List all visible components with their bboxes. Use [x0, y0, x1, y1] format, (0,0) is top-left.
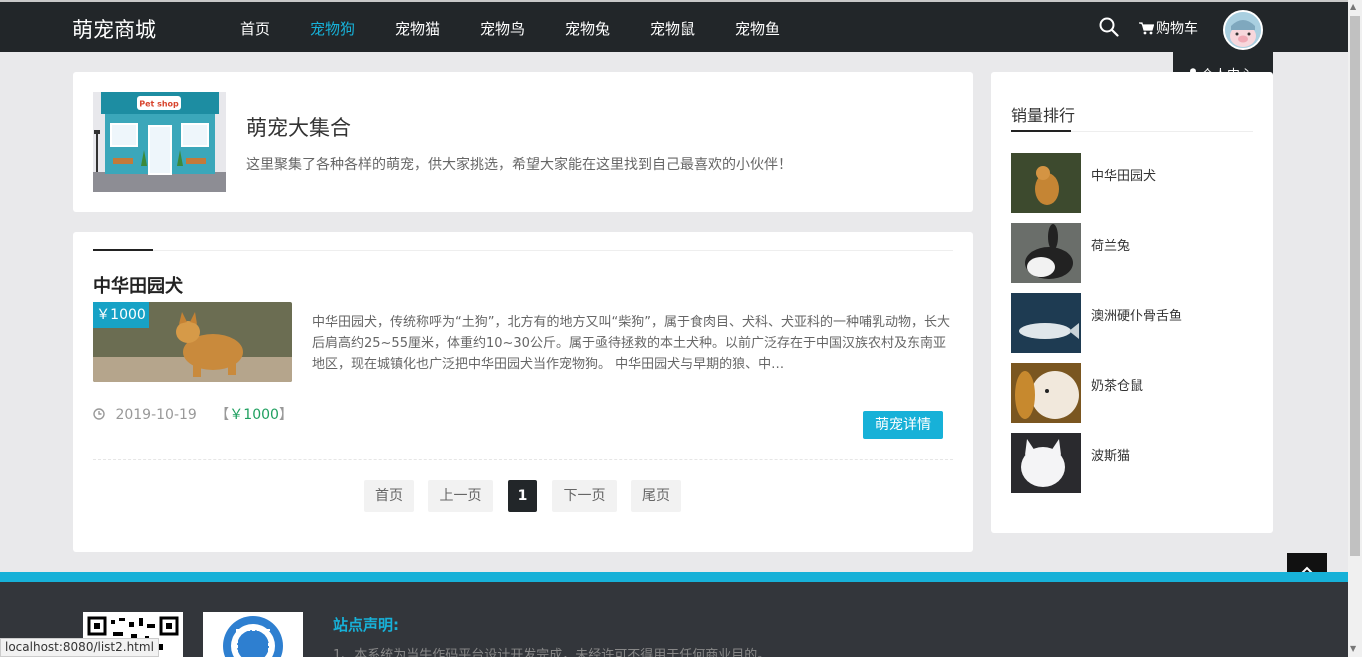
footer-accent-band [0, 572, 1348, 582]
price-tag: ￥1000 [93, 302, 149, 328]
cart-link[interactable]: 购物车 [1139, 18, 1198, 38]
divider-dashed [93, 459, 953, 460]
rank-thumb-dog[interactable] [1011, 153, 1081, 213]
brand-logo[interactable]: 萌宠商城 [72, 14, 156, 44]
scroll-up-arrow[interactable]: ▲ [1350, 2, 1356, 11]
pet-description: 中华田园犬，传统称呼为“土狗”，北方有的地方又叫“柴狗”，属于食肉目、犬科、犬亚… [312, 315, 950, 372]
clock-icon [93, 408, 105, 420]
nav-item-cats[interactable]: 宠物猫 [395, 18, 440, 39]
rank-name-5[interactable]: 波斯猫 [1091, 445, 1130, 464]
footer-title: 站点声明: [333, 616, 399, 634]
nav-item-dogs[interactable]: 宠物狗 [310, 18, 355, 39]
shop-sign-text: Pet shop [139, 100, 179, 109]
intro-text: 这里聚集了各种各样的萌宠，供大家挑选，希望大家能在这里找到自己最喜欢的小伙伴！ [246, 157, 792, 173]
wechat-qr-image [203, 612, 303, 657]
rank-thumb-cat[interactable] [1011, 433, 1081, 493]
pet-date: 2019-10-19 [115, 407, 197, 423]
rank-thumb-rabbit[interactable] [1011, 223, 1081, 283]
cart-label: 购物车 [1156, 21, 1198, 37]
rank-thumb-fish[interactable] [1011, 293, 1081, 353]
intro-card: Pet shop 萌宠大集合 这里聚集了各种各样的萌宠，供大家挑选，希望大家能在… [73, 72, 973, 212]
section-accent [1011, 130, 1071, 132]
pet-shop-image: Pet shop [93, 92, 226, 192]
nav-item-home[interactable]: 首页 [240, 18, 270, 39]
rank-thumb-hamster[interactable] [1011, 363, 1081, 423]
search-icon[interactable] [1099, 17, 1119, 37]
page-current[interactable]: 1 [508, 480, 537, 512]
scrollbar-thumb[interactable] [1350, 16, 1360, 556]
section-accent [93, 249, 153, 251]
navbar: 萌宠商城 首页 宠物狗 宠物猫 宠物鸟 宠物兔 宠物鼠 宠物鱼 购物车 [0, 2, 1348, 52]
pet-detail-button[interactable]: 萌宠详情 [863, 411, 943, 439]
footer-disclaimer: 1、本系统为当牛作码平台设计开发完成，未经许可不得用于任何商业目的。 [333, 648, 771, 657]
pet-title[interactable]: 中华田园犬 [93, 272, 183, 298]
page-next-button[interactable]: 下一页 [552, 480, 617, 512]
nav-item-birds[interactable]: 宠物鸟 [480, 18, 525, 39]
page-last-button[interactable]: 尾页 [631, 480, 681, 512]
page-prev-button[interactable]: 上一页 [428, 480, 493, 512]
divider [93, 250, 953, 251]
pet-list-card: 中华田园犬 ￥1000 中华田园犬，传统称呼为“土狗”，北方有的地方又叫“柴狗”… [73, 232, 973, 552]
user-avatar[interactable] [1223, 10, 1263, 50]
sidebar-title: 销量排行 [1011, 106, 1076, 125]
nav-item-rabbits[interactable]: 宠物兔 [565, 18, 610, 39]
bracket-open: 【 [215, 407, 230, 423]
rank-name-1[interactable]: 中华田园犬 [1091, 165, 1156, 184]
pet-meta: 2019-10-19 【￥1000】 [93, 404, 293, 424]
bracket-close: 】 [278, 407, 293, 423]
rank-name-4[interactable]: 奶茶仓鼠 [1091, 375, 1143, 394]
intro-title: 萌宠大集合 [246, 116, 351, 140]
status-bar-url: localhost:8080/list2.html [0, 638, 159, 657]
scroll-down-arrow[interactable]: ▼ [1350, 644, 1356, 653]
rank-name-2[interactable]: 荷兰兔 [1091, 235, 1130, 254]
nav-item-mice[interactable]: 宠物鼠 [650, 18, 695, 39]
rank-name-3[interactable]: 澳洲硬仆骨舌鱼 [1091, 305, 1182, 324]
sales-ranking-card: 销量排行 中华田园犬 荷兰兔 澳洲硬仆骨舌鱼 奶茶仓鼠 波斯猫 [991, 72, 1273, 533]
meta-price: ￥1000 [229, 407, 279, 423]
avatar-pig-icon [1225, 12, 1261, 48]
nav-item-fish[interactable]: 宠物鱼 [735, 18, 780, 39]
page-first-button[interactable]: 首页 [364, 480, 414, 512]
cart-icon [1139, 22, 1155, 35]
